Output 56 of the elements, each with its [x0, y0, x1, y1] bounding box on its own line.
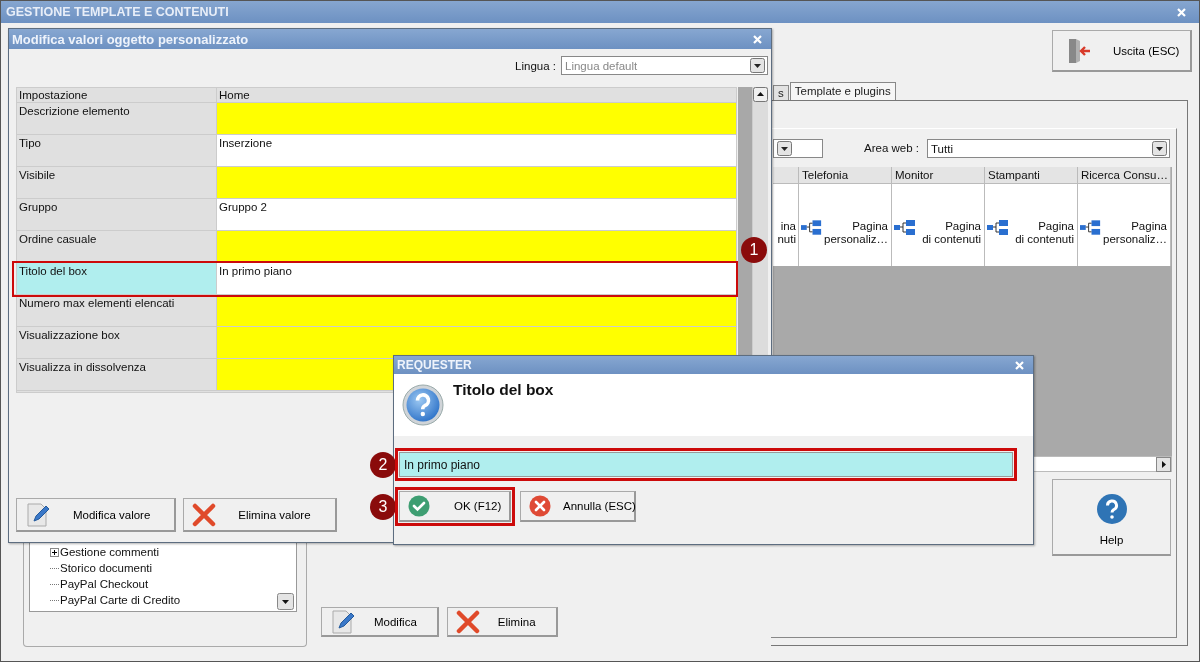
delete-value-button[interactable]: Elimina valore: [183, 498, 337, 532]
tree-item[interactable]: PayPal Checkout: [50, 576, 296, 592]
table-row[interactable]: Descrizione elemento: [17, 103, 736, 135]
column-header: Impostazione: [17, 88, 217, 102]
cell-text: Pagina di contenuti: [921, 220, 981, 246]
column-header: Telefonia: [799, 167, 892, 184]
exit-button[interactable]: Uscita (ESC): [1052, 30, 1192, 72]
page-cell[interactable]: Pagina personaliz…: [799, 184, 892, 266]
page-cell[interactable]: Pagina di contenuti: [892, 184, 985, 266]
setting-cell: Visualizza in dissolvenza: [17, 359, 217, 390]
dialog-title: Modifica valori oggetto personalizzato: [12, 31, 249, 47]
setting-cell: Visibile: [17, 167, 217, 198]
table-row[interactable]: Numero max elementi elencati: [17, 295, 736, 327]
dialog-heading: Titolo del box: [453, 381, 554, 399]
column-header: Ricerca Consu…: [1078, 167, 1171, 184]
table-row[interactable]: Ordine casuale: [17, 231, 736, 263]
cancel-button[interactable]: Annulla (ESC): [520, 491, 636, 522]
value-cell: In primo piano: [217, 263, 736, 294]
setting-cell: Titolo del box: [17, 263, 217, 294]
value-cell: Gruppo 2: [217, 199, 736, 230]
page-cell[interactable]: Pagina personaliz…: [1078, 184, 1171, 266]
delete-button[interactable]: Elimina: [446, 607, 558, 637]
setting-cell: Descrizione elemento: [17, 103, 217, 134]
table-row[interactable]: Visibile: [17, 167, 736, 199]
tab[interactable]: s: [773, 85, 789, 100]
column-header: Monitor: [892, 167, 985, 184]
setting-cell: Gruppo: [17, 199, 217, 230]
table-row[interactable]: Visualizzazione box: [17, 327, 736, 359]
table-row[interactable]: Gruppo Gruppo 2: [17, 199, 736, 231]
page-cell[interactable]: Pagina di contenuti: [985, 184, 1078, 266]
setting-cell: Numero max elementi elencati: [17, 295, 217, 326]
area-dropdown[interactable]: Tutti: [927, 139, 1170, 158]
field-label: Lingua :: [515, 59, 556, 72]
ok-button[interactable]: OK (F12): [399, 491, 511, 522]
field-label: Area web :: [864, 142, 919, 154]
table-cell: ina nuti: [773, 184, 799, 266]
window-title: GESTIONE TEMPLATE E CONTENUTI: [6, 5, 229, 19]
cell-text: Pagina personaliz…: [1103, 220, 1167, 246]
cell-text: Pagina di contenuti: [1014, 220, 1074, 246]
setting-cell: Tipo: [17, 135, 217, 166]
table-row[interactable]: Tipo Inserzione: [17, 135, 736, 167]
tree-item[interactable]: Storico documenti: [50, 560, 296, 576]
help-button[interactable]: Help: [1052, 479, 1171, 556]
setting-cell: Visualizzazione box: [17, 327, 217, 358]
value-cell: Inserzione: [217, 135, 736, 166]
dialog-title: REQUESTER: [397, 358, 472, 372]
tab[interactable]: Template e plugins: [789, 82, 896, 100]
edit-button[interactable]: Modifica: [321, 607, 439, 637]
text-input[interactable]: In primo piano: [399, 452, 1013, 477]
tree-item[interactable]: Gestione commenti: [50, 544, 296, 560]
cell-text: Pagina personaliz…: [824, 220, 888, 246]
column-header: Stampanti: [985, 167, 1078, 184]
edit-value-button[interactable]: Modifica valore: [16, 498, 177, 532]
setting-cell: Ordine casuale: [17, 231, 217, 262]
tree-item[interactable]: PayPal Carte di Credito: [50, 592, 296, 608]
selected-row-outline[interactable]: Titolo del box In primo piano: [14, 263, 736, 295]
